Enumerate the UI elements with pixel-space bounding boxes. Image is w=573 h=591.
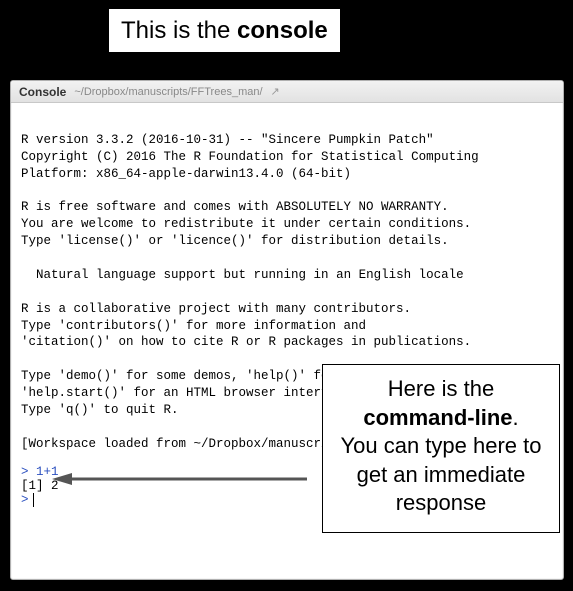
annotation-bottom: Here is the command-line. You can type h…	[322, 364, 560, 533]
arrow-left-icon	[52, 473, 307, 485]
annotation-top: This is the console	[108, 8, 341, 53]
annotation-bottom-line3: You can type here to get an immediate re…	[331, 432, 551, 518]
console-tab-label[interactable]: Console	[19, 85, 66, 99]
annotation-top-prefix: This is the	[121, 17, 237, 44]
annotation-top-bold: console	[237, 17, 328, 44]
console-working-dir: ~/Dropbox/manuscripts/FFTrees_man/	[74, 86, 262, 98]
popout-icon[interactable]: ↗	[271, 85, 280, 98]
console-titlebar: Console ~/Dropbox/manuscripts/FFTrees_ma…	[11, 81, 563, 103]
annotation-bottom-suffix: .	[513, 405, 519, 430]
prompt-symbol: >	[21, 493, 29, 507]
annotation-bottom-line1: Here is the	[331, 375, 551, 404]
annotation-bottom-bold: command-line	[363, 405, 512, 430]
